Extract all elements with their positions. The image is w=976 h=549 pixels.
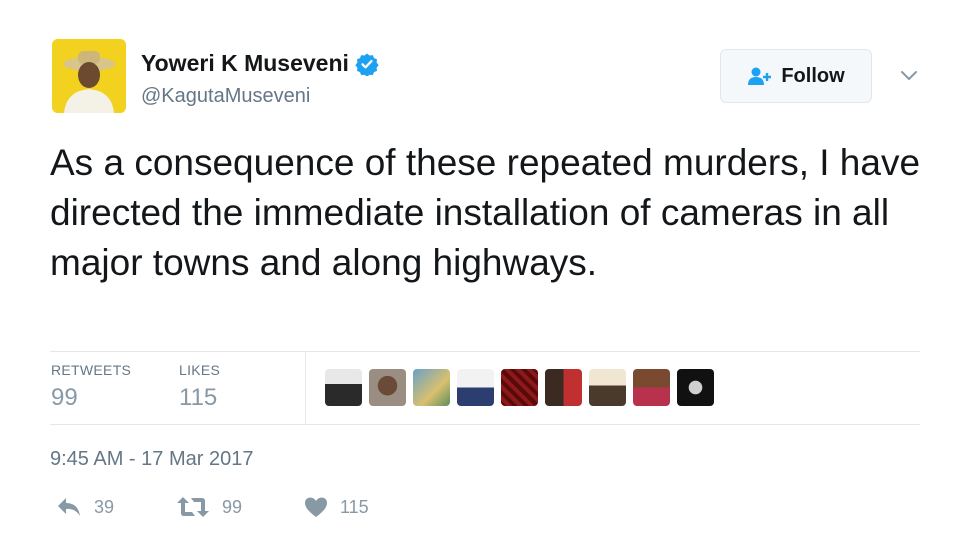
liker-avatar[interactable] <box>545 369 582 406</box>
like-count: 115 <box>340 496 369 517</box>
stats-top-divider <box>50 351 920 352</box>
retweet-button[interactable]: 99 <box>176 496 242 518</box>
liker-avatar[interactable] <box>457 369 494 406</box>
likes-label: LIKES <box>179 362 221 378</box>
author-avatar[interactable] <box>52 39 126 113</box>
stats-bottom-divider <box>50 424 920 425</box>
author-name[interactable]: Yoweri K Museveni <box>141 50 379 77</box>
follow-button[interactable]: Follow <box>720 49 872 103</box>
liker-avatar[interactable] <box>633 369 670 406</box>
author-handle[interactable]: @KagutaMuseveni <box>141 85 310 108</box>
likes-stat[interactable]: LIKES 115 <box>179 362 220 412</box>
retweets-value: 99 <box>51 384 78 411</box>
author-display-name[interactable]: Yoweri K Museveni <box>141 50 349 77</box>
liker-avatar[interactable] <box>369 369 406 406</box>
heart-icon <box>305 497 327 517</box>
retweet-icon <box>177 497 209 517</box>
retweets-label: RETWEETS <box>51 362 132 378</box>
tweet-timestamp[interactable]: 9:45 AM - 17 Mar 2017 <box>50 448 253 471</box>
chevron-down-icon[interactable] <box>898 64 920 86</box>
verified-badge-icon <box>355 53 379 76</box>
reply-icon <box>58 498 80 516</box>
stats-separator <box>305 352 306 424</box>
liker-avatar[interactable] <box>501 369 538 406</box>
likers-avatars <box>325 369 714 406</box>
likes-value: 115 <box>179 384 218 411</box>
liker-avatar[interactable] <box>413 369 450 406</box>
like-button[interactable]: 115 <box>304 496 369 518</box>
liker-avatar[interactable] <box>325 369 362 406</box>
retweet-count: 99 <box>222 496 243 517</box>
reply-count: 39 <box>94 496 115 517</box>
liker-avatar[interactable] <box>589 369 626 406</box>
reply-button[interactable]: 39 <box>56 496 114 518</box>
add-user-icon <box>748 67 772 85</box>
retweets-stat[interactable]: RETWEETS 99 <box>51 362 131 412</box>
follow-button-label: Follow <box>781 64 845 87</box>
liker-avatar[interactable] <box>677 369 714 406</box>
tweet-text: As a consequence of these repeated murde… <box>50 142 921 283</box>
